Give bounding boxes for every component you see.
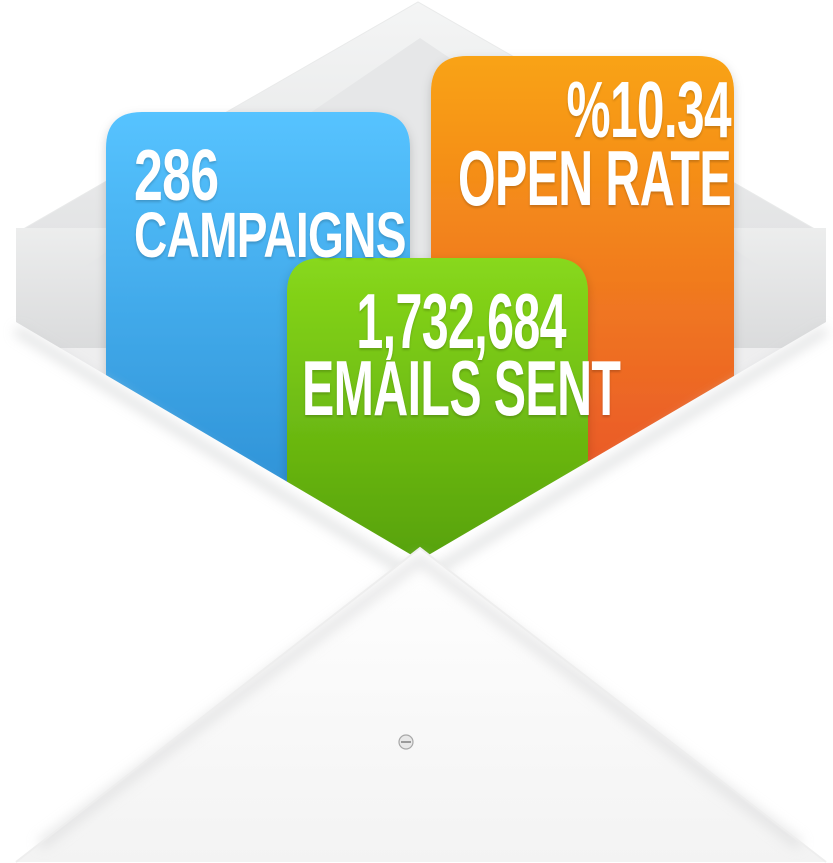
campaigns-stat: 286 CAMPAIGNS xyxy=(134,140,406,271)
open-rate-label: OPEN RATE xyxy=(458,133,732,222)
open-rate-stat: %10.34 OPEN RATE xyxy=(458,70,732,222)
envelope-button-icon xyxy=(398,734,414,750)
campaigns-label: CAMPAIGNS xyxy=(134,198,406,271)
emails-sent-label: EMAILS SENT xyxy=(302,344,621,433)
emails-sent-stat: 1,732,684 EMAILS SENT xyxy=(302,282,621,433)
